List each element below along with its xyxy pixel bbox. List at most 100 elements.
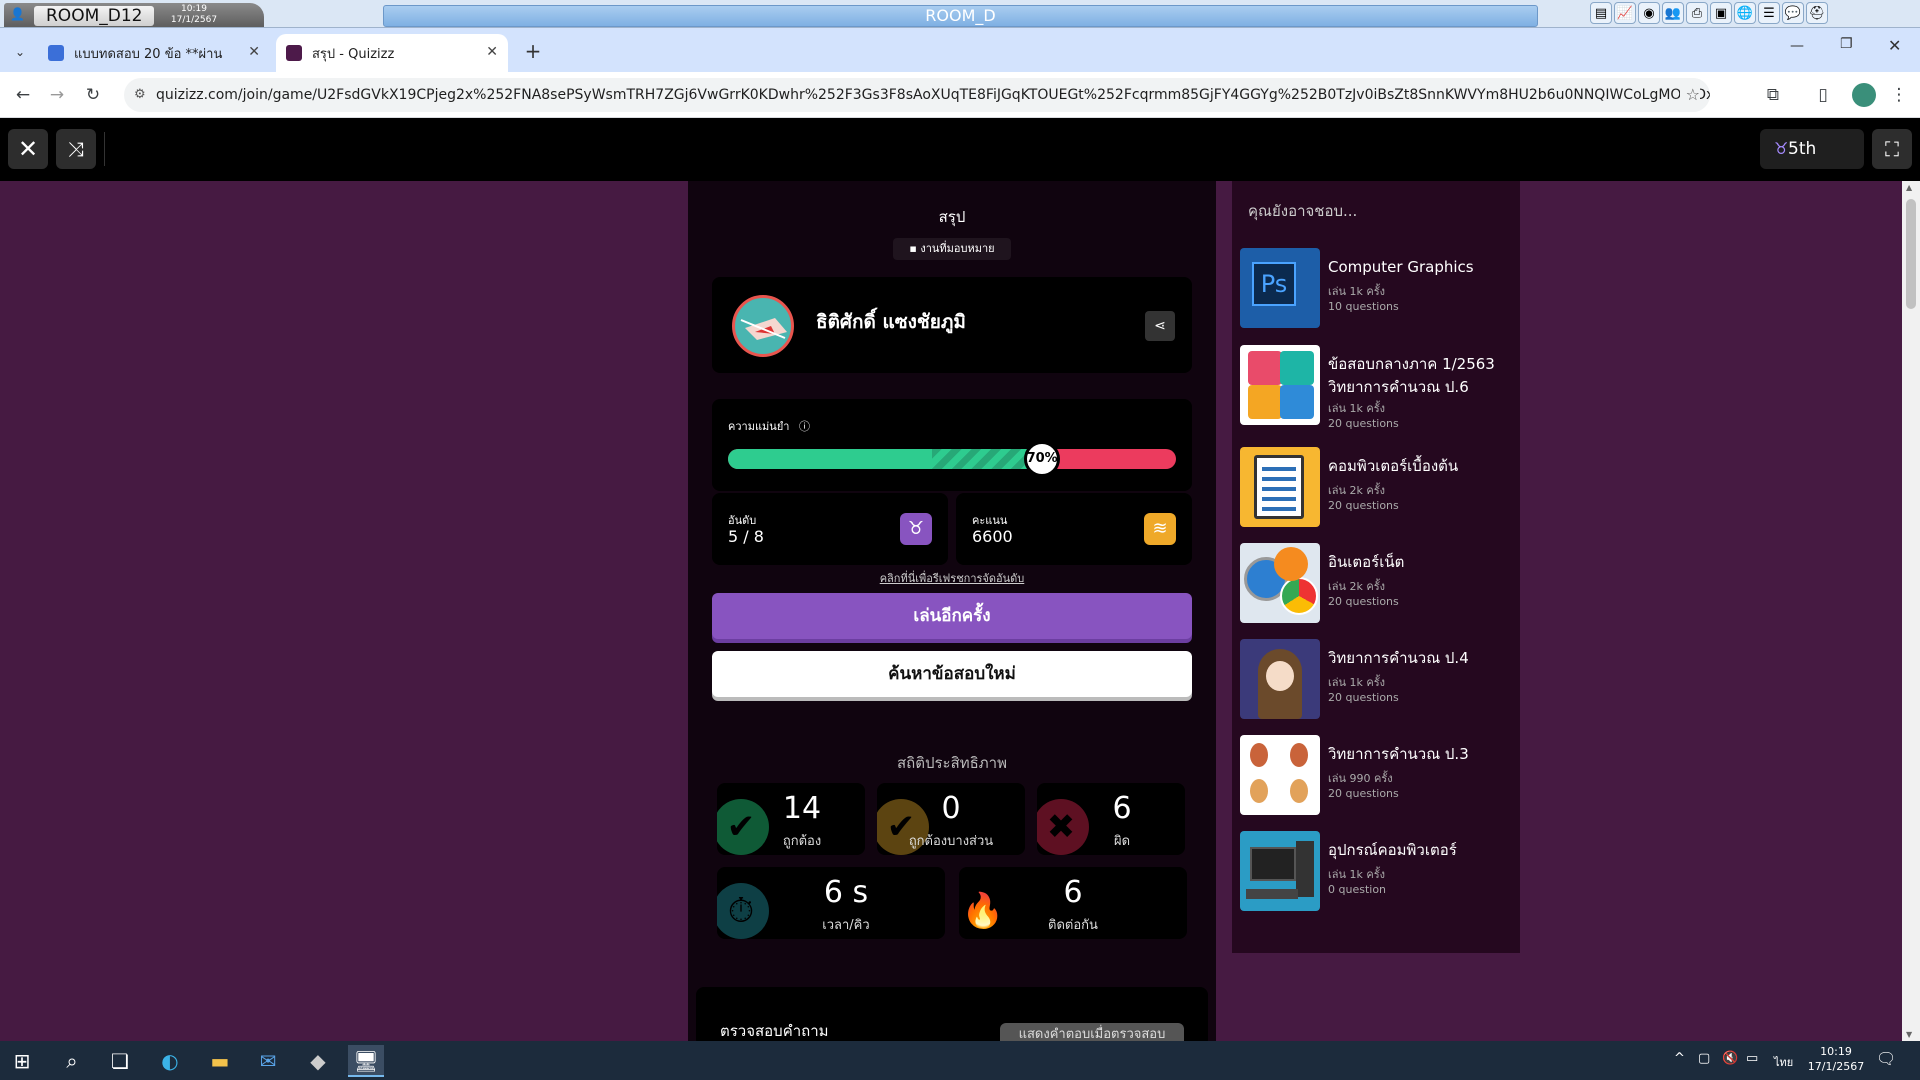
mail-icon[interactable]: ✉ [250,1045,286,1077]
shuffle-icon[interactable]: ⤨ [56,129,96,169]
user-icon: 👤 [10,7,25,21]
rank-chip[interactable]: ♉ 5th [1760,129,1864,169]
find-new-quiz-button[interactable]: ค้นหาข้อสอบใหม่ [712,651,1192,697]
stat-wrong-label: ผิด [1113,834,1131,849]
keyboard-icon [1246,889,1298,899]
figure-icon [1250,743,1268,767]
tab-quiz-form[interactable]: แบบทดสอบ 20 ข้อ **ผ่าน 14 คะแนน ✕ [38,34,270,72]
recommendations-heading: คุณยังอาจชอบ... [1248,202,1358,220]
lifebuoy-icon[interactable]: ⛑ [1806,2,1828,24]
stat-correct-label: ถูกต้อง [782,834,822,849]
info-icon[interactable]: ⓘ [799,420,810,433]
list-icon[interactable]: ☰ [1758,2,1780,24]
quiz-thumbnail [1240,735,1320,815]
accuracy-percent: 70% [1023,441,1060,477]
minimize-icon[interactable]: — [1790,38,1804,54]
back-icon[interactable]: ← [10,82,36,108]
accuracy-label-text: ความแม่นยำ [728,420,790,433]
globe-icon[interactable]: 🌐 [1734,2,1756,24]
close-icon[interactable]: ✕ [8,129,48,169]
scroll-down-icon[interactable]: ▼ [1906,1030,1912,1039]
scroll-up-icon[interactable]: ▲ [1906,183,1912,192]
remote-app-icon[interactable]: 🖥 [348,1045,384,1077]
windows-start-icon[interactable]: ⊞ [4,1045,40,1077]
tray-device-icon[interactable]: ▢ [1698,1051,1710,1066]
address-bar[interactable]: ⚙ quizizz.com/join/game/U2FsdGVkX19CPjeg… [124,78,1710,112]
window-icon[interactable]: ▣ [1710,2,1732,24]
quizizz-favicon-icon [286,45,302,61]
windows-taskbar: ⊞ ⌕ ❏ ◐ ▬ ✉ ◆ 🖥 ^ ▢ 🔇 ▭ ไทย 10:19 17/1/2… [0,1041,1920,1080]
recommendation-item[interactable]: วิทยาการคำนวณ ป.4 เล่น 1k ครั้ง 20 quest… [1240,639,1510,721]
recommendation-item[interactable]: ข้อสอบกลางภาค 1/2563 วิทยาการคำนวณ ป.6 เ… [1240,345,1510,430]
printer-icon[interactable]: ⎙ [1686,2,1708,24]
url-text: quizizz.com/join/game/U2FsdGVkX19CPjeg2x… [156,87,1710,103]
player-name: ธิติศักดิ์ แซงชัยภูมิ [816,311,966,333]
firefox-icon [1274,547,1308,581]
edge-icon[interactable]: ◐ [152,1045,188,1077]
tab-search-icon[interactable]: ⌄ [8,40,32,64]
stats-title: สถิติประสิทธิภาพ [896,754,1007,772]
remote-toolbar: ▤ 📈 ◉ 👥 ⎙ ▣ 🌐 ☰ 💬 ⛑ [1590,2,1828,26]
forward-icon[interactable]: → [44,82,70,108]
quiz-question-count: 20 questions [1328,499,1399,512]
search-icon[interactable]: ⌕ [54,1045,90,1077]
fullscreen-icon[interactable]: ⛶ [1872,129,1912,169]
stat-partial-label: ถูกต้องบางส่วน [908,834,994,849]
new-tab-icon[interactable]: + [520,38,546,64]
users-icon[interactable]: 👥 [1662,2,1684,24]
remote-window-title[interactable]: ROOM_D [383,5,1538,27]
extensions-icon[interactable]: ⧉ [1760,82,1786,108]
bookmark-star-icon[interactable]: ☆ [1679,78,1700,112]
figure-icon [1250,779,1268,803]
share-button[interactable]: ⋖ [1145,311,1175,341]
quiz-question-count: 20 questions [1328,417,1399,430]
close-window-icon[interactable]: ✕ [1888,36,1901,55]
stat-time-value: 6 s [823,875,869,910]
tray-chevron-icon[interactable]: ^ [1674,1051,1685,1066]
quiz-question-count: 0 question [1328,883,1387,896]
quiz-title: ข้อสอบกลางภาค 1/2563 วิทยาการคำนวณ ป.6 [1328,355,1495,396]
recommendation-item[interactable]: Ps Computer Graphics เล่น 1k ครั้ง 10 qu… [1240,248,1510,330]
accuracy-bar-fill [728,449,1042,469]
taskbar-clock[interactable]: 10:19 17/1/2567 [1806,1044,1866,1074]
close-tab-icon[interactable]: ✕ [248,44,260,60]
document-icon[interactable]: ▤ [1590,2,1612,24]
recommendation-item[interactable]: อุปกรณ์คอมพิวเตอร์ เล่น 1k ครั้ง 0 quest… [1240,831,1510,913]
quiz-plays: เล่น 990 ครั้ง [1328,772,1393,785]
restore-icon[interactable]: ❐ [1840,36,1853,52]
share-icon: ⋖ [1154,318,1166,334]
network-icon[interactable]: ▭ [1746,1051,1758,1066]
assignment-chip: ▪ งานที่มอบหมาย [893,238,1011,260]
profile-avatar[interactable] [1852,83,1876,107]
reload-icon[interactable]: ↻ [80,82,106,108]
rank-chip-label: 5th [1788,139,1817,159]
close-tab-icon[interactable]: ✕ [486,44,498,60]
input-language[interactable]: ไทย [1774,1053,1793,1071]
summary-column: สรุป ▪ งานที่มอบหมาย ธิติศักดิ์ แซงชัยภู… [688,181,1216,1041]
side-panel-icon[interactable]: ▯ [1810,82,1836,108]
quiz-title: Computer Graphics [1328,258,1474,276]
recommendation-item[interactable]: วิทยาการคำนวณ ป.3 เล่น 990 ครั้ง 20 ques… [1240,735,1510,817]
menu-kebab-icon[interactable]: ⋮ [1886,82,1912,108]
chat-icon[interactable]: 💬 [1782,2,1804,24]
play-again-button[interactable]: เล่นอีกครั้ง [712,593,1192,639]
photoshop-icon: Ps [1252,262,1296,306]
file-explorer-icon[interactable]: ▬ [202,1045,238,1077]
recommendation-item[interactable]: อินเตอร์เน็ต เล่น 2k ครั้ง 20 questions [1240,543,1510,625]
room-chip[interactable]: 👤 ROOM_D12 10:19 17/1/2567 [4,3,264,27]
puzzle-piece [1248,351,1282,385]
notifications-icon[interactable]: 🗨 [1876,1049,1896,1068]
chart-icon[interactable]: 📈 [1614,2,1636,24]
volume-muted-icon[interactable]: 🔇 [1722,1051,1738,1066]
refresh-leaderboard-link[interactable]: คลิกที่นี่เพื่อรีเฟรชการจัดอันดับ [688,569,1216,587]
task-view-icon[interactable]: ❏ [102,1045,138,1077]
recommendation-item[interactable]: คอมพิวเตอร์เบื้องต้น เล่น 2k ครั้ง 20 qu… [1240,447,1510,529]
quiz-title: คอมพิวเตอร์เบื้องต้น [1328,457,1459,475]
tab-quizizz-summary[interactable]: สรุป - Quizizz ✕ [276,34,508,72]
disc-icon[interactable]: ◉ [1638,2,1660,24]
page-scrollbar[interactable]: ▲ ▼ [1902,181,1920,1041]
scroll-thumb[interactable] [1906,199,1916,309]
site-info-icon[interactable]: ⚙ [134,78,146,112]
roblox-icon[interactable]: ◆ [300,1045,336,1077]
player-card: ธิติศักดิ์ แซงชัยภูมิ ⋖ [712,277,1192,373]
